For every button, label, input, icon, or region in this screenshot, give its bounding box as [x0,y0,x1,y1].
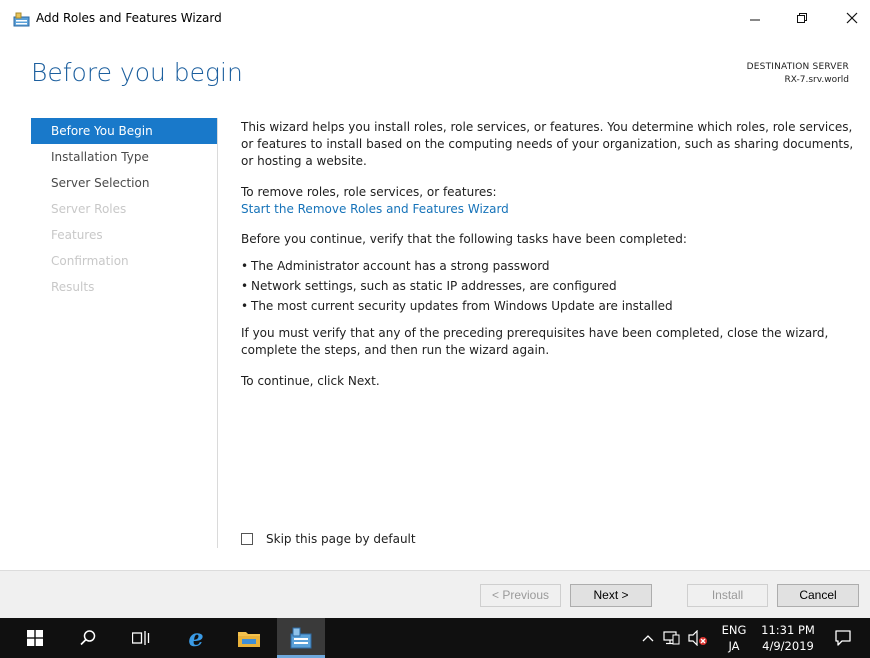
nav-item-installation-type[interactable]: Installation Type [31,144,217,170]
keyboard-layout-code: JA [728,639,740,653]
task-view-button[interactable] [119,618,163,658]
wizard-footer: < Previous Next > Install Cancel [0,570,870,619]
close-icon [846,12,858,24]
next-button[interactable]: Next > [570,584,652,607]
server-manager-app-icon [13,12,30,27]
tray-overflow-chevron[interactable] [642,618,654,658]
skip-page-label: Skip this page by default [266,532,416,546]
page-title: Before you begin [31,58,243,87]
input-language-indicator[interactable]: ENG JA [716,622,752,654]
clock-time: 11:31 PM [761,623,815,637]
skip-page-option[interactable]: Skip this page by default [241,532,416,546]
remove-label: To remove roles, role services, or featu… [241,185,497,199]
list-item: Network settings, such as static IP addr… [241,276,861,296]
window-title: Add Roles and Features Wizard [36,11,222,25]
remove-roles-link[interactable]: Start the Remove Roles and Features Wiza… [241,202,509,216]
notification-icon [835,630,851,646]
action-center-button[interactable] [834,618,852,658]
chevron-up-icon [642,635,654,642]
nav-item-server-roles: Server Roles [51,202,127,216]
file-explorer-icon [238,632,260,647]
wizard-nav: Before You Begin Installation Type Serve… [31,118,217,300]
intro-text: This wizard helps you install roles, rol… [241,120,854,168]
task-view-icon [132,631,150,645]
search-icon [80,630,96,646]
volume-muted-icon [688,630,707,646]
taskbar: e ENG JA 11:31 PM 4/9/2019 [0,618,870,658]
start-button[interactable] [13,618,57,658]
nav-item-server-selection[interactable]: Server Selection [31,170,217,196]
edge-button[interactable]: e [174,618,218,658]
previous-button[interactable]: < Previous [480,584,561,607]
nav-item-results: Results [51,280,95,294]
network-tray-button[interactable] [663,618,681,658]
language-code: ENG [721,623,747,637]
svg-text:e: e [188,626,203,650]
cancel-button[interactable]: Cancel [777,584,859,607]
close-button[interactable] [832,6,870,32]
list-item: The Administrator account has a strong p… [241,256,861,276]
server-manager-icon [290,627,312,649]
nav-item-before-you-begin[interactable]: Before You Begin [31,118,217,144]
server-manager-button[interactable] [279,618,323,658]
restore-icon [797,13,807,23]
system-clock[interactable]: 11:31 PM 4/9/2019 [756,622,820,654]
file-explorer-button[interactable] [227,618,271,658]
title-bar: Add Roles and Features Wizard [0,0,870,40]
minimize-icon [750,19,760,21]
network-icon [663,631,680,645]
prerequisite-note: If you must verify that any of the prece… [241,326,829,357]
skip-page-checkbox[interactable] [241,533,253,545]
nav-item-confirmation: Confirmation [51,254,129,268]
list-item: The most current security updates from W… [241,296,861,316]
nav-item-features: Features [51,228,103,242]
destination-server-label: DESTINATION SERVER [746,62,849,72]
task-list: The Administrator account has a strong p… [241,256,861,316]
minimize-button[interactable] [735,6,775,32]
verify-intro-text: Before you continue, verify that the fol… [241,232,687,246]
continue-note: To continue, click Next. [241,374,380,388]
windows-start-icon [27,630,43,646]
destination-server-name: RX-7.srv.world [784,75,849,85]
restore-button[interactable] [782,6,822,32]
install-button[interactable]: Install [687,584,768,607]
clock-date: 4/9/2019 [762,639,814,653]
volume-tray-button[interactable] [688,618,708,658]
main-content: This wizard helps you install roles, rol… [241,119,861,390]
nav-divider [217,118,218,548]
edge-icon: e [188,626,203,650]
search-button[interactable] [66,618,110,658]
